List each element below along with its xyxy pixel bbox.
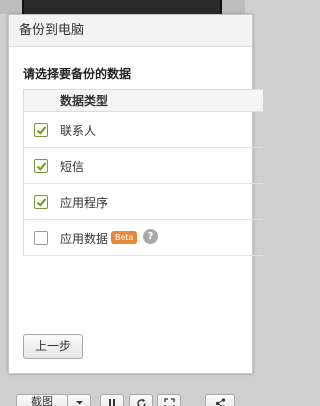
refresh-button[interactable]: [129, 394, 153, 406]
screenshot-button[interactable]: 截图: [16, 394, 68, 406]
row-app-data[interactable]: 应用数据 Beta ?: [24, 220, 263, 256]
fullscreen-button[interactable]: [157, 394, 181, 406]
help-icon[interactable]: ?: [143, 229, 158, 244]
share-button[interactable]: [205, 394, 235, 406]
chevron-down-icon: [75, 401, 83, 405]
row-sms[interactable]: 短信: [24, 148, 263, 184]
screenshot-dropdown-button[interactable]: [67, 394, 91, 406]
dialog-title: 备份到电脑: [9, 15, 252, 47]
previous-step-button[interactable]: 上一步: [23, 334, 83, 359]
pause-button[interactable]: [100, 394, 124, 406]
sms-checkbox[interactable]: [34, 159, 48, 173]
app-data-checkbox[interactable]: [34, 231, 48, 245]
checkmark-icon: [36, 126, 47, 135]
table-header: 数据类型: [24, 90, 263, 112]
fullscreen-icon: [163, 398, 175, 406]
instruction-text: 请选择要备份的数据: [23, 67, 132, 81]
refresh-icon: [136, 398, 146, 406]
backup-dialog: 备份到电脑 请选择要备份的数据 数据类型 联系人 短信 应用程序 应用数据 Be…: [8, 14, 263, 374]
pause-icon: [109, 399, 115, 406]
sms-label: 短信: [60, 160, 85, 174]
checkmark-icon: [36, 162, 47, 171]
device-screen: [22, 0, 222, 14]
data-type-table: 数据类型 联系人 短信 应用程序 应用数据 Beta ?: [23, 89, 263, 256]
contacts-checkbox[interactable]: [34, 123, 48, 137]
row-apps[interactable]: 应用程序: [24, 184, 263, 220]
beta-badge: Beta: [111, 231, 138, 244]
bottom-toolbar: 截图: [0, 380, 245, 406]
apps-checkbox[interactable]: [34, 195, 48, 209]
share-icon: [215, 398, 225, 406]
screenshot-label: 截图: [31, 395, 53, 406]
apps-label: 应用程序: [60, 196, 109, 210]
app-data-label: 应用数据: [60, 232, 109, 246]
device-frame: [0, 0, 245, 14]
checkmark-icon: [36, 198, 47, 207]
row-contacts[interactable]: 联系人: [24, 112, 263, 148]
contacts-label: 联系人: [60, 124, 97, 138]
